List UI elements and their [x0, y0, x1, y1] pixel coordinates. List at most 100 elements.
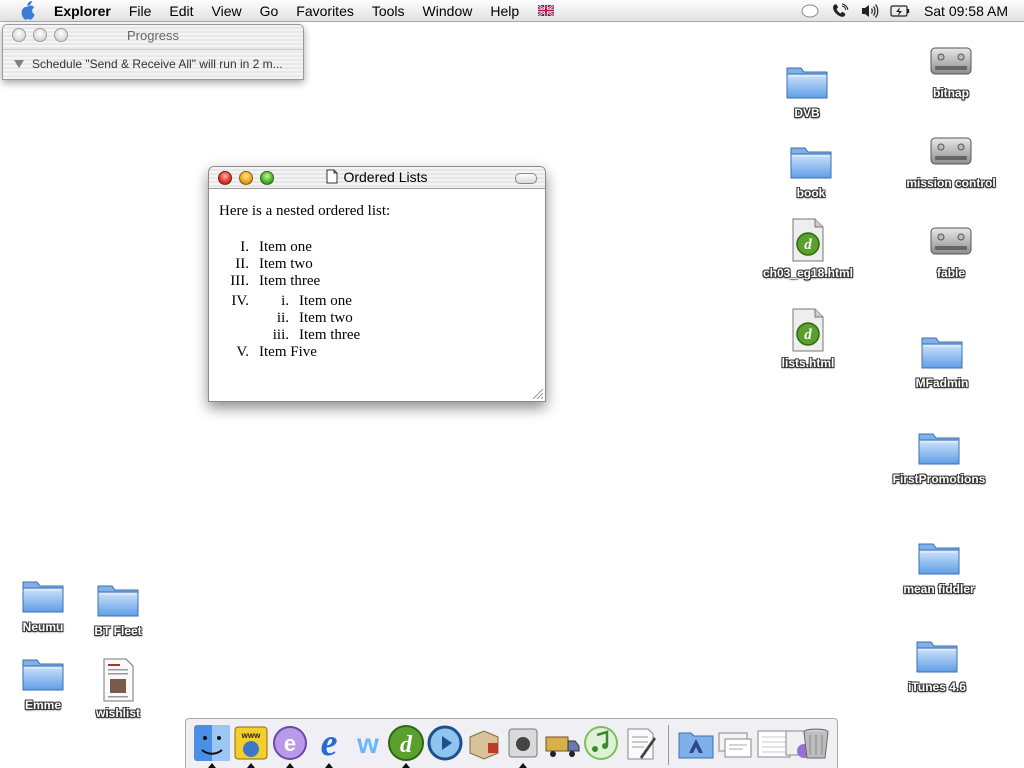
progress-task-row: Schedule "Send & Receive All" will run i…	[3, 49, 303, 78]
textedit-icon[interactable]	[620, 723, 660, 763]
menu-go[interactable]: Go	[251, 0, 288, 22]
menu-bar: Explorer File Edit View Go Favorites Too…	[0, 0, 1024, 22]
list-number: IV.	[231, 293, 249, 309]
list-item: III. Item three	[219, 273, 535, 290]
nested-ordered-list: i. Item one ii. Item two iii. Item three	[259, 293, 535, 344]
folder-icon	[915, 532, 963, 580]
svg-text:www: www	[241, 731, 261, 740]
dreamweaver-file-icon	[784, 216, 832, 264]
icon-label: book	[796, 186, 826, 200]
list-item: II. Item two	[219, 256, 535, 273]
window-title: Ordered Lists	[343, 169, 428, 185]
folder-icon	[94, 574, 142, 622]
icon-label: FirstPromotions	[892, 472, 986, 486]
list-number: ii.	[276, 310, 289, 326]
list-text: Item three	[299, 327, 361, 343]
menu-app-name[interactable]: Explorer	[52, 0, 120, 22]
menu-help[interactable]: Help	[481, 0, 528, 22]
svg-text:d: d	[400, 732, 413, 758]
progress-titlebar[interactable]: Progress	[3, 25, 303, 46]
alias-folder-icon	[19, 570, 67, 618]
list-text: Item two	[259, 256, 313, 272]
progress-window: Progress Schedule "Send & Receive All" w…	[2, 24, 304, 80]
menu-file[interactable]: File	[120, 0, 161, 22]
progress-message: Schedule "Send & Receive All" will run i…	[32, 57, 283, 71]
desktop-icon-ch03-eg18[interactable]: ch03_eg18.html	[753, 216, 863, 282]
applications-folder-icon[interactable]	[676, 723, 716, 763]
folder-icon	[913, 630, 961, 678]
menu-view[interactable]: View	[203, 0, 251, 22]
internet-explorer-www-icon[interactable]: www	[231, 723, 271, 763]
list-item: I. Item one	[219, 239, 535, 256]
icon-label: mission control	[906, 176, 996, 190]
volume-icon[interactable]	[860, 3, 880, 19]
uk-flag-icon[interactable]	[538, 5, 555, 16]
dreamweaver-icon[interactable]: d	[386, 723, 426, 763]
desktop-icon-dvb[interactable]: DVB	[752, 56, 862, 122]
browser-window: Ordered Lists Here is a nested ordered l…	[208, 166, 546, 402]
list-number: iii.	[272, 327, 289, 343]
quicktime-icon[interactable]	[425, 723, 465, 763]
apple-system-icon[interactable]	[503, 723, 543, 763]
resize-grip-icon[interactable]	[530, 386, 544, 400]
list-number: I.	[240, 239, 249, 255]
menu-window[interactable]: Window	[414, 0, 482, 22]
disclosure-triangle-icon[interactable]	[14, 60, 24, 68]
list-text: Item three	[259, 273, 321, 289]
battery-icon[interactable]	[890, 3, 910, 19]
folder-icon	[915, 422, 963, 470]
icon-label: fable	[936, 266, 965, 280]
list-item: ii. Item two	[259, 310, 535, 327]
menu-tools[interactable]: Tools	[363, 0, 414, 22]
menu-favorites[interactable]: Favorites	[287, 0, 363, 22]
itunes-icon[interactable]	[581, 723, 621, 763]
desktop-icon-bt-fleet[interactable]: BT Fleet	[63, 574, 173, 640]
folder-icon	[783, 56, 831, 104]
list-item: V. Item Five	[219, 344, 535, 361]
hard-disk-icon	[927, 36, 975, 84]
internet-explorer-icon[interactable]: e	[309, 723, 349, 763]
icon-label: lists.html	[781, 356, 835, 370]
icon-label: iTunes 4.6	[908, 680, 966, 694]
icon-label: bitnap	[933, 86, 969, 100]
icon-label: DVB	[794, 106, 820, 120]
svg-text:e: e	[284, 731, 296, 756]
apple-menu-icon[interactable]	[16, 0, 38, 22]
hard-disk-icon	[927, 216, 975, 264]
browser-titlebar[interactable]: Ordered Lists	[209, 167, 545, 189]
dock-separator	[668, 725, 669, 765]
icon-label: Emme	[24, 698, 62, 712]
desktop-icon-book[interactable]: book	[756, 136, 866, 202]
word-icon[interactable]: w	[348, 723, 388, 763]
progress-title: Progress	[126, 28, 180, 43]
menu-edit[interactable]: Edit	[160, 0, 202, 22]
mail-truck-icon[interactable]	[542, 723, 582, 763]
toolbar-toggle-button[interactable]	[515, 173, 537, 184]
ordered-list: I. Item one II. Item two III. Item three IV…	[219, 239, 535, 361]
document-icon	[94, 656, 142, 704]
edge-app-icon[interactable]: e	[270, 723, 310, 763]
trash-icon[interactable]	[796, 723, 836, 763]
desktop-icon-bitnap[interactable]: bitnap	[896, 36, 1006, 102]
finder-icon[interactable]	[192, 723, 232, 763]
desktop-icon-itunes[interactable]: iTunes 4.6	[882, 630, 992, 696]
installer-icon[interactable]	[464, 723, 504, 763]
desktop-icon-lists-html[interactable]: lists.html	[753, 306, 863, 372]
menu-clock[interactable]: Sat 09:58 AM	[920, 3, 1024, 19]
desktop-icon-wishlist[interactable]: wishlist	[63, 656, 173, 722]
list-item: iii. Item three	[259, 327, 535, 344]
desktop-icon-mean-fiddler[interactable]: mean fiddler	[884, 532, 994, 598]
folder-icon	[918, 326, 966, 374]
svg-text:w: w	[356, 728, 379, 759]
desktop-icon-firstpromotions[interactable]: FirstPromotions	[884, 422, 994, 488]
speech-icon[interactable]	[800, 3, 820, 19]
documents-stack-icon[interactable]	[715, 723, 755, 763]
desktop-icon-mfadmin[interactable]: MFadmin	[887, 326, 997, 392]
icon-label: ch03_eg18.html	[762, 266, 854, 280]
document-icon	[326, 169, 338, 184]
phone-icon[interactable]	[830, 3, 850, 19]
page-content: Here is a nested ordered list: I. Item on…	[209, 189, 545, 375]
desktop-icon-fable[interactable]: fable	[896, 216, 1006, 282]
desktop-icon-mission-control[interactable]: mission control	[896, 126, 1006, 192]
list-text: Item one	[299, 293, 352, 309]
